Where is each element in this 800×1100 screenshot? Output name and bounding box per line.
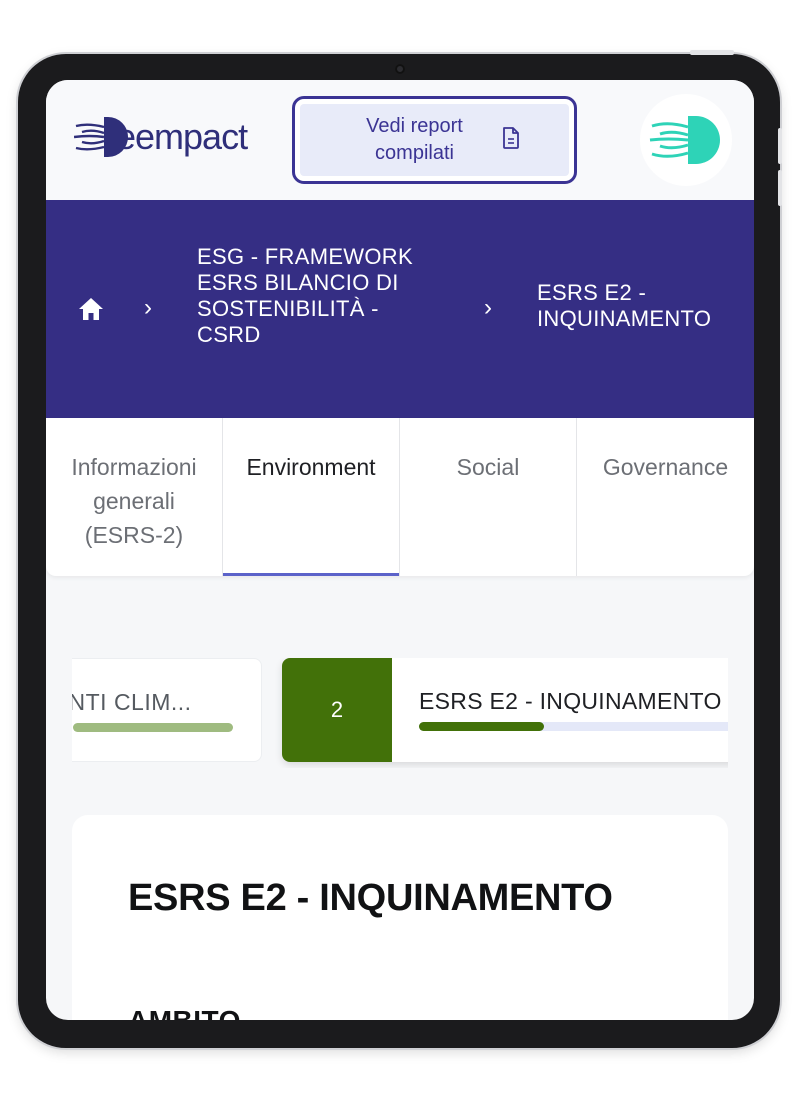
logo-mark-icon: [73, 114, 134, 160]
section-heading: AMBITO: [128, 1005, 241, 1020]
brand-logo-icon[interactable]: [640, 94, 732, 186]
step-number: 2: [282, 658, 392, 762]
camera: [395, 64, 405, 74]
step-previous-progress: [73, 723, 233, 732]
section-title: ESRS E2 - INQUINAMENTO: [128, 877, 613, 919]
chevron-right-icon: ›: [144, 294, 152, 321]
tab-label: Environment: [246, 454, 376, 480]
content-card: ESRS E2 - INQUINAMENTO AMBITO: [72, 815, 728, 1020]
tab-bar: Informazioni generali (ESRS-2) Environme…: [46, 418, 754, 576]
tab-label: Social: [456, 454, 520, 480]
tab-environment[interactable]: Environment: [223, 418, 400, 576]
app-screen: eempact Vedi report compilati › ESG - FR…: [46, 80, 754, 1020]
device-volume-button: [778, 170, 782, 206]
tab-general-info[interactable]: Informazioni generali (ESRS-2): [46, 418, 223, 576]
device-side-button: [690, 50, 734, 55]
step-current[interactable]: 2 ESRS E2 - INQUINAMENTO: [282, 658, 728, 762]
step-progress-fill: [419, 722, 545, 731]
logo-text: eempact: [116, 116, 248, 157]
chevron-right-icon: ›: [484, 294, 492, 321]
step-previous[interactable]: MENTI CLIM...: [72, 658, 262, 762]
tab-governance[interactable]: Governance: [577, 418, 754, 576]
document-icon: [502, 126, 520, 154]
top-bar: eempact Vedi report compilati: [46, 80, 754, 200]
device-volume-button: [778, 128, 782, 164]
breadcrumb-item-current: ESRS E2 - INQUINAMENTO: [537, 280, 712, 331]
tab-social[interactable]: Social: [400, 418, 577, 576]
section-stepper: MENTI CLIM... 2 ESRS E2 - INQUINAMENTO: [72, 658, 728, 768]
view-reports-button-inner: Vedi report compilati: [300, 104, 569, 176]
step-progress-track: [419, 722, 728, 731]
tab-label: Governance: [602, 454, 729, 480]
step-current-label: ESRS E2 - INQUINAMENTO: [419, 688, 722, 714]
breadcrumb-item-framework[interactable]: ESG - FRAMEWORK ESRS BILANCIO DI SOSTENI…: [197, 244, 447, 348]
view-reports-button[interactable]: Vedi report compilati: [292, 96, 577, 184]
tab-label: Informazioni generali (ESRS-2): [71, 454, 197, 548]
breadcrumb: › ESG - FRAMEWORK ESRS BILANCIO DI SOSTE…: [46, 200, 754, 418]
view-reports-label: Vedi report compilati: [366, 115, 463, 164]
app-logo[interactable]: eempact: [73, 114, 248, 160]
step-previous-label: MENTI CLIM...: [72, 689, 192, 715]
